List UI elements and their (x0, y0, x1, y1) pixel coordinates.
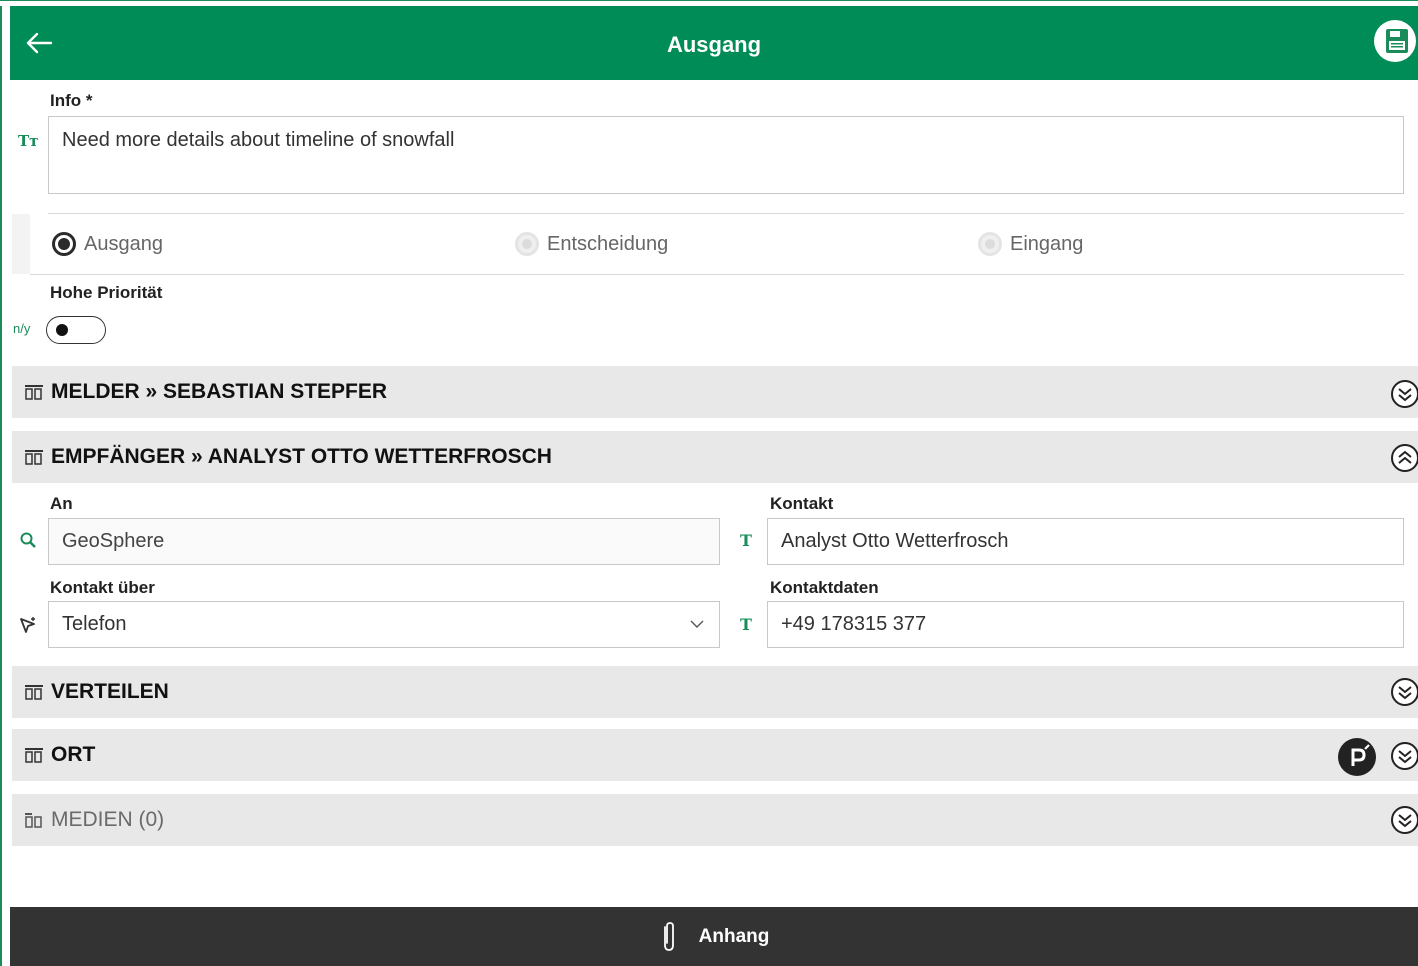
kontaktdaten-label: Kontaktdaten (770, 578, 879, 597)
kontakt-input[interactable]: Analyst Otto Wetterfrosch (767, 518, 1404, 565)
an-label: An (50, 494, 73, 513)
radio-selected-indicator (52, 232, 76, 256)
section-title: ORT (51, 743, 96, 766)
radio-ausgang[interactable]: Ausgang (52, 232, 163, 256)
pointer-select-icon (20, 617, 35, 633)
location-pin-button[interactable] (1338, 738, 1376, 776)
kontakt-value: Analyst Otto Wetterfrosch (781, 530, 1009, 552)
columns-icon (25, 813, 42, 828)
section-empfaenger[interactable]: EMPFÄNGER » ANALYST OTTO WETTERFROSCH (12, 431, 1418, 483)
expand-chevron-icon[interactable] (1390, 677, 1418, 707)
direction-radio-group: Ausgang Entscheidung Eingang (12, 214, 1404, 274)
dropdown-caret-icon (690, 620, 704, 628)
radio-disabled-indicator (978, 232, 1002, 256)
info-input[interactable]: Need more details about timeline of snow… (48, 116, 1404, 194)
columns-icon (25, 450, 43, 465)
info-label: Info * (50, 91, 93, 110)
app-header: Ausgang (10, 6, 1418, 80)
info-input-value: Need more details about timeline of snow… (62, 129, 455, 151)
radio-eingang[interactable]: Eingang (978, 232, 1083, 256)
location-pin-icon (1351, 744, 1370, 766)
kontakt-label: Kontakt (770, 494, 834, 513)
kontaktdaten-value: +49 178315 377 (781, 613, 927, 635)
section-title: MELDER » SEBASTIAN STEPFER (51, 380, 388, 403)
expand-chevron-icon[interactable] (1390, 741, 1418, 771)
columns-icon (25, 385, 43, 400)
text-field-icon: T (740, 615, 752, 634)
section-title: MEDIEN (0) (51, 808, 165, 831)
radio-entscheidung[interactable]: Entscheidung (515, 232, 668, 256)
radio-label: Eingang (1010, 232, 1084, 255)
save-button[interactable] (1374, 20, 1416, 62)
search-icon (20, 532, 36, 548)
kontakt-ueber-label: Kontakt über (50, 578, 155, 597)
toggle-prefix: n/y (13, 321, 31, 336)
save-icon (1386, 29, 1408, 53)
page-title: Ausgang (666, 32, 762, 57)
section-ort[interactable]: ORT (12, 729, 1418, 781)
attachment-bar[interactable]: Anhang (10, 907, 1418, 966)
radio-label: Ausgang (84, 232, 163, 255)
radio-label: Entscheidung (547, 232, 669, 255)
priority-label: Hohe Priorität (50, 283, 163, 302)
radio-disabled-indicator (515, 232, 539, 256)
toggle-knob (56, 324, 68, 336)
an-value: GeoSphere (62, 530, 165, 552)
expand-chevron-icon[interactable] (1390, 379, 1418, 409)
collapse-chevron-icon[interactable] (1390, 443, 1418, 473)
kontakt-ueber-select[interactable]: Telefon (48, 601, 720, 648)
section-title: EMPFÄNGER » ANALYST OTTO WETTERFROSCH (51, 445, 552, 468)
kontaktdaten-input[interactable]: +49 178315 377 (767, 601, 1404, 648)
an-input[interactable]: GeoSphere (48, 518, 720, 565)
attachment-label: Anhang (698, 925, 770, 947)
section-medien[interactable]: MEDIEN (0) (12, 794, 1418, 846)
columns-icon (25, 685, 43, 700)
divider-bottom (30, 274, 1404, 275)
columns-icon (25, 748, 43, 763)
paperclip-icon (663, 921, 674, 951)
priority-toggle[interactable] (46, 316, 106, 344)
section-melder[interactable]: MELDER » SEBASTIAN STEPFER (12, 366, 1418, 418)
section-title: VERTEILEN (51, 680, 169, 703)
text-field-icon: Tт (18, 132, 39, 150)
section-verteilen[interactable]: VERTEILEN (12, 666, 1418, 718)
expand-chevron-icon[interactable] (1390, 805, 1418, 835)
kontakt-ueber-value: Telefon (62, 613, 127, 635)
text-field-icon: T (740, 531, 752, 550)
